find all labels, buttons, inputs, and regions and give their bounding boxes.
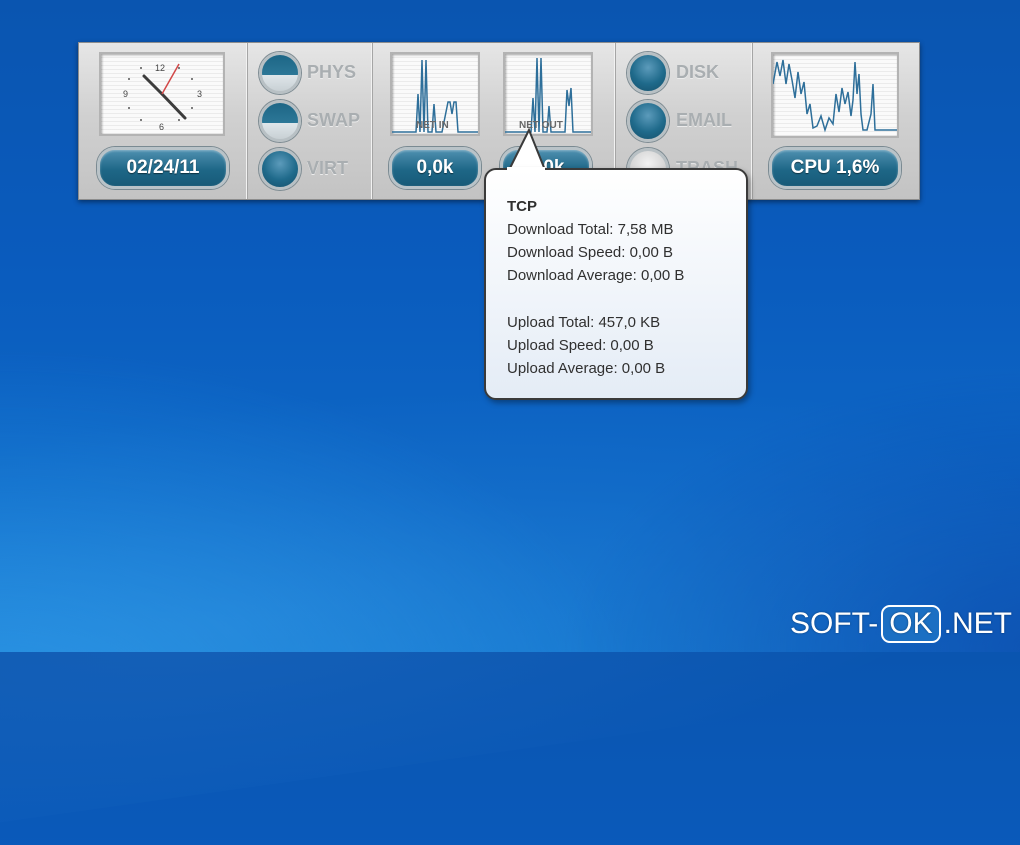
tcp-tooltip: TCP Download Total: 7,58 MB Download Spe… xyxy=(484,167,748,400)
date-display[interactable]: 02/24/11 xyxy=(97,147,229,189)
disk-label: DISK xyxy=(676,62,720,82)
tooltip-download-total: Download Total: 7,58 MB xyxy=(507,221,674,238)
tooltip-upload-speed: Upload Speed: 0,00 B xyxy=(507,337,654,354)
clock-numeral-6: 6 xyxy=(159,122,164,132)
net-out-graph[interactable]: NET OUT xyxy=(503,52,593,136)
clock-face-icon: 12 3 6 9 xyxy=(123,63,202,132)
clock-numeral-3: 3 xyxy=(197,89,202,99)
virt-indicator[interactable] xyxy=(259,148,301,190)
tooltip-upload-total: Upload Total: 457,0 KB xyxy=(507,314,661,331)
tooltip-pointer-join xyxy=(507,167,545,173)
clock-numeral-9: 9 xyxy=(123,89,128,99)
disk-indicator[interactable] xyxy=(627,52,669,94)
cpu-panel: CPU 1,6% xyxy=(752,43,919,199)
tooltip-title: TCP xyxy=(507,198,537,215)
swap-indicator[interactable] xyxy=(259,100,301,142)
analog-clock: 12 3 6 9 xyxy=(99,52,225,136)
clock-numeral-12: 12 xyxy=(155,63,165,73)
email-label: EMAIL xyxy=(676,110,732,130)
watermark: SOFT- OK .NET xyxy=(790,604,1012,644)
cpu-graph[interactable] xyxy=(771,52,899,138)
tooltip-download-average: Download Average: 0,00 B xyxy=(507,267,685,284)
watermark-left: SOFT- xyxy=(789,607,879,640)
phys-label: PHYS xyxy=(307,62,357,82)
tooltip-upload-average: Upload Average: 0,00 B xyxy=(507,360,666,377)
net-in-value[interactable]: 0,0k xyxy=(389,147,481,189)
tooltip-pointer-icon xyxy=(507,128,547,171)
net-in-label: NET IN xyxy=(416,120,449,131)
swap-label: SWAP xyxy=(307,110,361,130)
net-in-graph[interactable]: NET IN xyxy=(390,52,480,136)
email-indicator[interactable] xyxy=(627,100,669,142)
watermark-box: OK xyxy=(881,605,941,643)
clock-panel: 12 3 6 9 02/24/11 xyxy=(79,43,248,199)
virt-label: VIRT xyxy=(307,158,349,178)
cpu-graph-line xyxy=(773,59,897,133)
phys-indicator[interactable] xyxy=(259,52,301,94)
cpu-usage-display[interactable]: CPU 1,6% xyxy=(769,147,901,189)
memory-panel: PHYS SWAP VIRT xyxy=(247,43,373,199)
tooltip-download-speed: Download Speed: 0,00 B xyxy=(507,244,673,261)
watermark-right: .NET xyxy=(943,607,1012,640)
